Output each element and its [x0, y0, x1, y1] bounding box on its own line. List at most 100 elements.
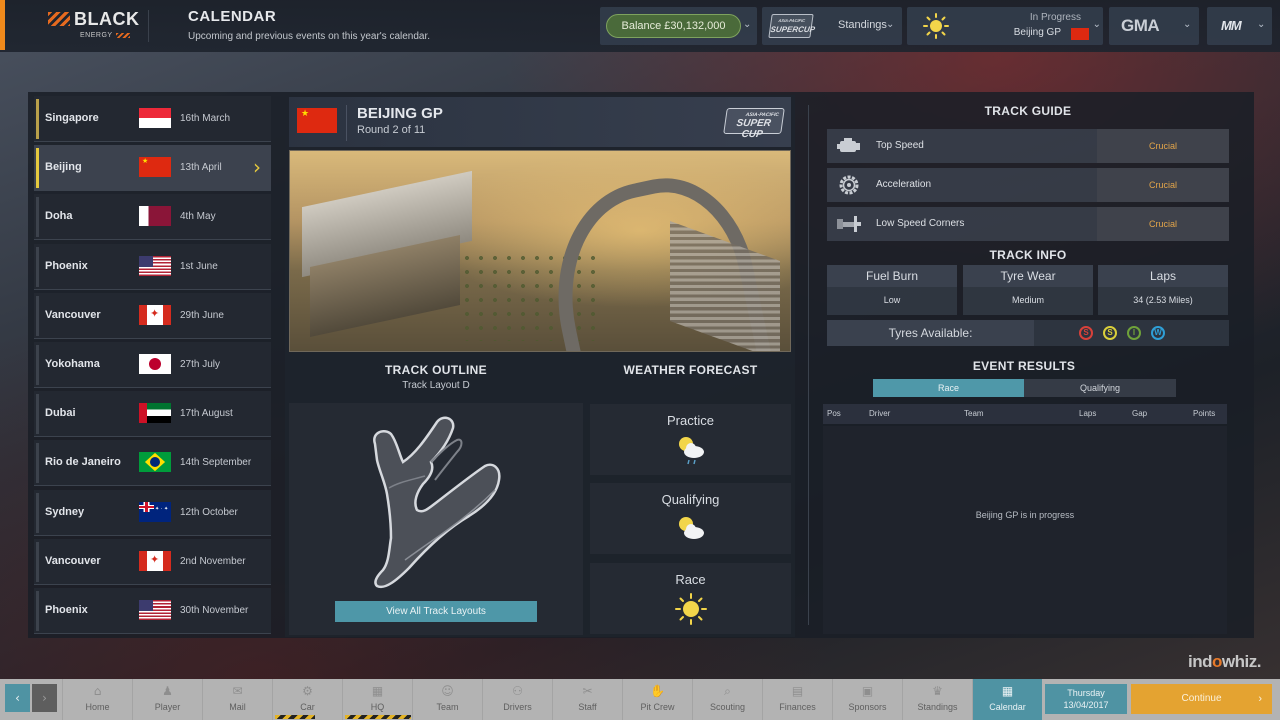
- tyre-intermediate-icon: I: [1127, 326, 1141, 340]
- calendar-item-doha[interactable]: Doha 4th May: [34, 194, 271, 241]
- results-table-body: Beijing GP is in progress: [823, 426, 1227, 634]
- balance-widget[interactable]: Balance £30,132,000 ⌄: [600, 7, 757, 45]
- guide-row-acceleration: Acceleration Crucial: [827, 168, 1229, 202]
- brand-subname: ENERGY: [80, 32, 130, 39]
- country-flag-icon: [139, 403, 171, 424]
- chevron-down-icon[interactable]: ⌄: [1093, 19, 1101, 30]
- track-layout-name: Track Layout D: [402, 380, 470, 391]
- info-value: 34 (2.53 Miles): [1133, 295, 1193, 305]
- calendar-date: 13th April: [180, 162, 222, 174]
- weather-forecast-title: WEATHER FORECAST: [623, 363, 758, 377]
- calendar-item-sydney[interactable]: Sydney 12th October: [34, 489, 271, 536]
- calendar-city: Doha: [45, 210, 73, 223]
- calendar-item-yokohama[interactable]: Yokohama 27th July: [34, 342, 271, 388]
- country-flag-icon: [139, 452, 171, 473]
- weather-qualifying: Qualifying: [590, 483, 791, 554]
- nav-forward-button[interactable]: ›: [32, 684, 57, 712]
- col-pos[interactable]: Pos: [827, 409, 841, 418]
- nav-calendar[interactable]: ▦ Calendar: [972, 679, 1042, 720]
- nav-mail[interactable]: ✉ Mail: [202, 679, 272, 720]
- nav-staff[interactable]: ✂ Staff: [552, 679, 622, 720]
- status-bar: [36, 345, 39, 385]
- engine-icon: [837, 138, 860, 152]
- track-info-title: TRACK INFO: [989, 248, 1067, 262]
- calendar-date: 1st June: [180, 260, 218, 272]
- balance-pill[interactable]: Balance £30,132,000: [606, 14, 741, 38]
- game-menu-dropdown[interactable]: MM ⌄: [1207, 7, 1272, 45]
- event-status-widget[interactable]: In Progress Beijing GP ⌄: [907, 7, 1103, 45]
- supercup-logo: ASIA-PACIFIC SUPER CUP: [723, 108, 785, 140]
- chevron-down-icon[interactable]: ⌄: [743, 19, 751, 30]
- nav-hq[interactable]: ▦ HQ: [342, 679, 412, 720]
- guide-value: Crucial: [1148, 141, 1177, 151]
- guide-label: Acceleration: [876, 179, 932, 190]
- tab-race[interactable]: Race: [873, 379, 1024, 397]
- calendar-city: Beijing: [45, 161, 82, 174]
- event-header-divider: [346, 105, 347, 141]
- calendar-city: Yokohama: [45, 358, 100, 370]
- info-head: Fuel Burn: [827, 265, 957, 287]
- country-flag-icon: [139, 501, 171, 522]
- col-team[interactable]: Team: [964, 409, 984, 418]
- nav-back-button[interactable]: ‹: [5, 684, 30, 712]
- country-flag-icon: [139, 600, 171, 620]
- country-flag-icon: [139, 304, 171, 325]
- nav-player[interactable]: ♟ Player: [132, 679, 202, 720]
- calendar-item-singapore[interactable]: Singapore 16th March: [34, 96, 271, 142]
- calendar-date: 2nd November: [180, 555, 246, 567]
- calendar-item-beijing[interactable]: Beijing 13th April ›: [34, 145, 271, 192]
- nav-sponsors[interactable]: ▣ Sponsors: [832, 679, 902, 720]
- guide-label: Low Speed Corners: [876, 218, 965, 229]
- calendar-list: Singapore 16th March Beijing 13th April › Doh…: [32, 95, 274, 635]
- nav-scouting[interactable]: ⌕ Scouting: [692, 679, 762, 720]
- nav-home-icon: ⌂: [93, 684, 102, 698]
- nav-label: Car: [300, 702, 315, 712]
- col-gap[interactable]: Gap: [1132, 409, 1147, 418]
- status-bar: [36, 197, 39, 238]
- status-bar: [36, 148, 39, 189]
- weather-race: Race: [590, 563, 791, 634]
- nav-standings[interactable]: ♛ Standings: [902, 679, 972, 720]
- weather-session-label: Race: [675, 572, 706, 587]
- country-flag-icon: [139, 255, 171, 276]
- chevron-down-icon[interactable]: ⌄: [1183, 19, 1191, 30]
- nav-team[interactable]: ☺ Team: [412, 679, 482, 720]
- calendar-item-dubai[interactable]: Dubai 17th August: [34, 391, 271, 438]
- info-laps: Laps 34 (2.53 Miles): [1098, 265, 1228, 315]
- standings-dropdown[interactable]: ASIA-PACIFIC SUPERCUP Standings ⌄: [762, 7, 902, 45]
- calendar-item-vancouver[interactable]: Vancouver 29th June: [34, 292, 271, 339]
- status-bar: [36, 394, 39, 435]
- chevron-down-icon[interactable]: ⌄: [886, 19, 894, 30]
- calendar-item-phoenix[interactable]: Phoenix 30th November: [34, 588, 271, 634]
- col-points[interactable]: Points: [1193, 409, 1215, 418]
- event-results-title: EVENT RESULTS: [972, 359, 1076, 373]
- series-logo: ASIA-PACIFIC SUPERCUP: [768, 14, 816, 38]
- nav-home[interactable]: ⌂ Home: [62, 679, 132, 720]
- calendar-item-rio-de-janeiro[interactable]: Rio de Janeiro 14th September: [34, 440, 271, 487]
- calendar-date: 14th September: [180, 457, 252, 469]
- status-bar: [36, 99, 39, 139]
- continue-button[interactable]: Continue ›: [1131, 684, 1272, 714]
- nav-drivers[interactable]: ⚇ Drivers: [482, 679, 552, 720]
- progress-hazard-bar: [345, 715, 411, 719]
- nav-car[interactable]: ⚙ Car: [272, 679, 342, 720]
- weather-session-label: Practice: [667, 413, 714, 428]
- sponsor-dropdown[interactable]: GMA ⌄: [1109, 7, 1199, 45]
- calendar-date: 27th July: [180, 359, 221, 370]
- tab-qualifying[interactable]: Qualifying: [1024, 379, 1176, 397]
- nav-pit-crew[interactable]: ✋ Pit Crew: [622, 679, 692, 720]
- col-driver[interactable]: Driver: [869, 409, 890, 418]
- calendar-item-phoenix[interactable]: Phoenix 1st June: [34, 243, 271, 290]
- col-laps[interactable]: Laps: [1079, 409, 1096, 418]
- nav-mail-icon: ✉: [232, 684, 243, 698]
- nav-finances[interactable]: ▤ Finances: [762, 679, 832, 720]
- info-head: Tyre Wear: [963, 265, 1093, 287]
- chevron-down-icon[interactable]: ⌄: [1257, 19, 1265, 30]
- weather-session-label: Qualifying: [661, 492, 720, 507]
- nav-label: Home: [85, 702, 110, 712]
- view-all-track-layouts-button[interactable]: View All Track Layouts: [335, 601, 537, 622]
- current-date-value: 13/04/2017: [1063, 700, 1109, 710]
- calendar-item-vancouver[interactable]: Vancouver 2nd November: [34, 538, 271, 585]
- standings-label[interactable]: Standings: [838, 19, 887, 31]
- cup-logo-bottom: SUPER CUP: [735, 118, 772, 140]
